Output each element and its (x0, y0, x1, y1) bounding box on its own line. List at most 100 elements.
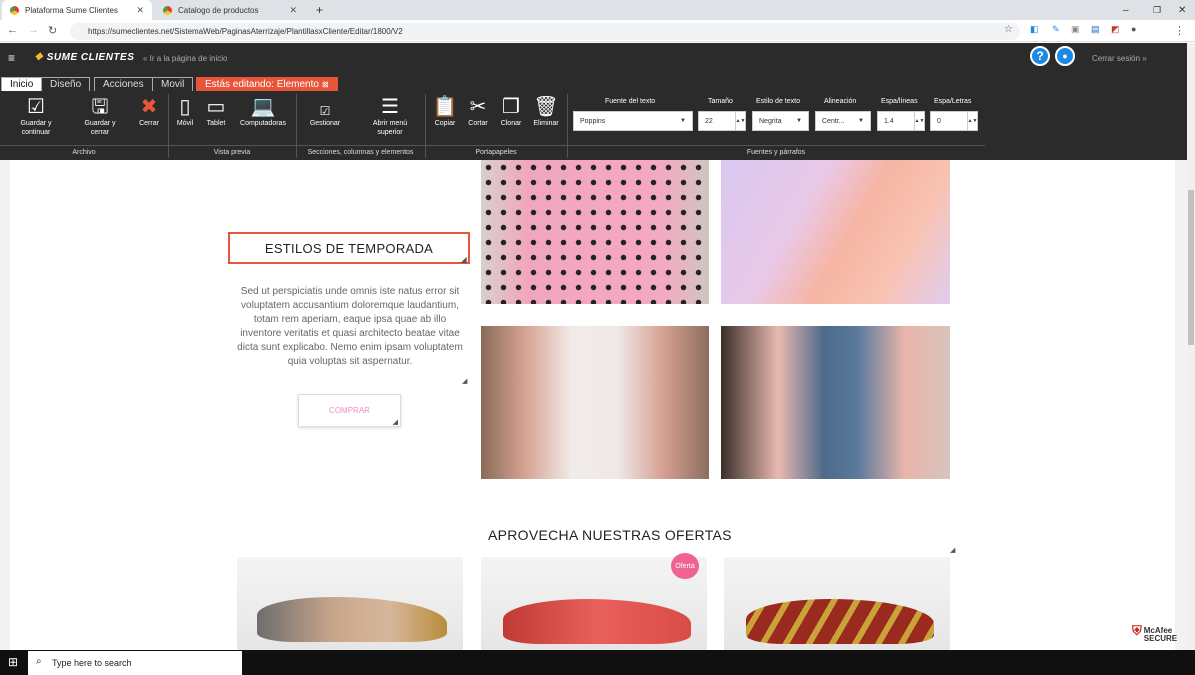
scrollbar-thumb[interactable] (1188, 190, 1194, 345)
windows-start-icon[interactable]: ⊞ (8, 655, 18, 669)
preview-tablet-button[interactable]: ▭ Tablet (202, 96, 230, 128)
close-square-icon[interactable]: ⊠ (322, 80, 329, 89)
dropdown-caret-icon: ▼ (680, 118, 686, 124)
open-top-menu-button[interactable]: ☰ Abrir menú superior (364, 96, 416, 137)
preview-desktop-button[interactable]: 💻 Computadoras (234, 96, 292, 128)
button-label: Gestionar (309, 120, 341, 127)
line-spacing-value: 1.4 (884, 117, 894, 125)
copy-button[interactable]: 📋 Copiar (430, 96, 460, 128)
description-paragraph[interactable]: Sed ut perspiciatis unde omnis iste natu… (236, 285, 464, 369)
button-label: Cerrar (139, 120, 159, 127)
browser-menu-icon[interactable]: ⋮ (1174, 24, 1185, 37)
tab-inicio[interactable]: Inicio (1, 77, 43, 91)
back-to-home-link[interactable]: « Ir a la página de inicio (143, 54, 228, 63)
scrollbar[interactable] (1187, 43, 1195, 650)
spinner-arrows-icon[interactable]: ▲▼ (967, 112, 977, 130)
tab-label: Diseño (50, 79, 82, 90)
extension-icon[interactable]: ◧ (1030, 24, 1039, 35)
restore-icon[interactable]: ❐ (1145, 0, 1169, 20)
new-tab-icon[interactable]: + (308, 0, 326, 20)
save-continue-button[interactable]: ☑ Guardar y continuar (14, 96, 58, 137)
product-card[interactable] (724, 557, 950, 650)
tab-acciones[interactable]: Acciones (94, 77, 153, 91)
minimize-icon[interactable]: – (1115, 0, 1137, 20)
resize-handle-icon[interactable]: ◢ (393, 418, 398, 426)
extension-icon[interactable]: ▤ (1091, 24, 1100, 35)
resize-handle-icon[interactable]: ◢ (950, 546, 955, 554)
manage-button[interactable]: ☑ Gestionar (304, 104, 346, 128)
url-field[interactable]: https://sumeclientes.net/SistemaWeb/Pagi… (70, 23, 1020, 40)
letter-spacing-stepper[interactable]: 0 ▲▼ (930, 111, 978, 131)
checkbox-save-icon: ☑ (27, 96, 45, 118)
dropdown-caret-icon: ▼ (796, 118, 802, 124)
offers-title[interactable]: APROVECHA NUESTRAS OFERTAS (488, 527, 732, 543)
spinner-arrows-icon[interactable]: ▲▼ (735, 112, 745, 130)
season-title-box[interactable]: ESTILOS DE TEMPORADA ◢ (228, 232, 470, 264)
trash-icon: 🗑 (533, 96, 559, 118)
cut-button[interactable]: ✂ Cortar (463, 96, 493, 128)
size-stepper[interactable]: 22 ▲▼ (698, 111, 746, 131)
line-spacing-stepper[interactable]: 1.4 ▲▼ (877, 111, 925, 131)
group-label-secciones: Secciones, columnas y elementos (307, 149, 414, 156)
logo: ❖ SUME CLIENTES (34, 52, 134, 63)
group-label-archivo: Archivo (72, 149, 96, 156)
button-label: Eliminar (533, 120, 559, 127)
back-arrow-icon[interactable]: ← (7, 24, 18, 36)
tab-label: Acciones (103, 79, 144, 90)
save-close-button[interactable]: 🖫 Guardar y cerrar (78, 96, 122, 137)
alignment-value: Centr... (822, 117, 845, 125)
resize-handle-icon[interactable]: ◢ (462, 377, 467, 385)
spinner-arrows-icon[interactable]: ▲▼ (914, 112, 924, 130)
hamburger-menu-icon[interactable]: ≡ (8, 51, 15, 65)
mcafee-secure-badge[interactable]: ⛨ McAfee SECURE (1132, 624, 1180, 643)
bookmark-star-icon[interactable]: ☆ (1004, 24, 1013, 35)
offer-badge-label: Oferta (675, 562, 695, 570)
product-card[interactable] (237, 557, 463, 650)
mcafee-label: McAfee SECURE (1143, 626, 1178, 643)
browser-tab[interactable]: Plataforma Sume Clientes ✕ (2, 0, 152, 20)
extension-icon[interactable]: ✎ (1052, 24, 1060, 35)
clipboard-copy-icon: 📋 (432, 96, 458, 118)
help-button[interactable]: ? (1030, 46, 1050, 66)
reload-icon[interactable]: ↻ (48, 24, 57, 37)
alignment-select[interactable]: Centr... ▼ (815, 111, 871, 131)
alignment-label: Alineación (824, 98, 857, 105)
button-label: Copiar (434, 120, 456, 127)
site-favicon-icon (10, 5, 19, 15)
preview-mobile-button[interactable]: ▯ Móvil (172, 96, 198, 128)
close-x-icon: ✖ (140, 96, 158, 118)
search-placeholder: Type here to search (52, 658, 132, 668)
tab-label: Inicio (10, 79, 34, 90)
tab-editing-element[interactable]: Estás editando: Elemento ⊠ (196, 77, 338, 91)
text-style-select[interactable]: Negrita ▼ (752, 111, 809, 131)
delete-button[interactable]: 🗑 Eliminar (529, 96, 563, 128)
font-select[interactable]: Poppins ▼ (573, 111, 693, 131)
resize-handle-icon[interactable]: ◢ (461, 255, 467, 264)
tab-diseno[interactable]: Diseño (41, 77, 91, 91)
scissors-icon: ✂ (469, 96, 487, 118)
tab-movil[interactable]: Movil (152, 77, 194, 91)
offer-badge: Oferta (671, 553, 699, 579)
site-favicon-icon (163, 5, 172, 15)
taskbar-search[interactable]: ⌕ Type here to search (28, 651, 242, 675)
chat-button[interactable]: ● (1055, 46, 1075, 66)
close-window-icon[interactable]: ✕ (1170, 0, 1194, 20)
floppy-disk-icon: 🖫 (91, 96, 109, 118)
clone-button[interactable]: ❐ Clonar (496, 96, 526, 128)
group-label-portapapeles: Portapapeles (475, 149, 517, 156)
profile-icon[interactable]: ● (1131, 24, 1136, 34)
close-tab-icon[interactable]: ✕ (289, 5, 297, 16)
close-button[interactable]: ✖ Cerrar (134, 96, 164, 128)
close-tab-icon[interactable]: ✕ (136, 5, 144, 16)
extension-icon[interactable]: ▣ (1071, 24, 1080, 35)
red-gold-sneaker-image (746, 599, 934, 644)
buy-button[interactable]: COMPRAR ◢ (298, 394, 401, 427)
button-label: Guardar y continuar (20, 120, 52, 136)
browser-tab[interactable]: Catalogo de productos ✕ (155, 0, 305, 20)
logout-link[interactable]: Cerrar sesión » (1092, 54, 1147, 63)
forward-arrow-icon[interactable]: → (28, 24, 39, 36)
buy-button-label: COMPRAR (329, 406, 370, 415)
pink-sneakers-image (721, 160, 950, 304)
pdf-extension-icon[interactable]: ◩ (1111, 24, 1120, 35)
text-style-label: Estilo de texto (756, 98, 800, 105)
